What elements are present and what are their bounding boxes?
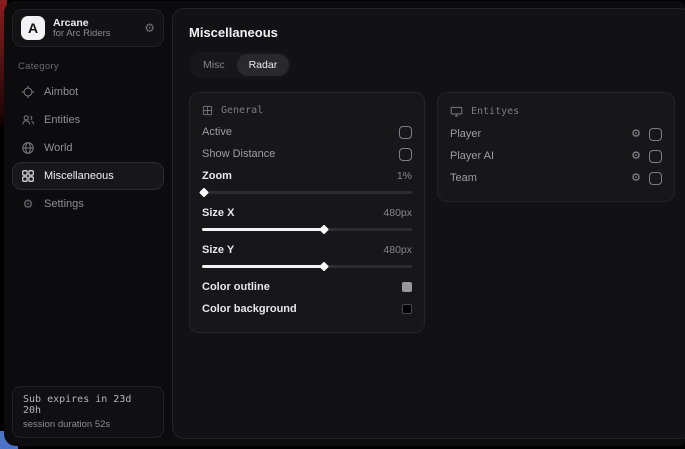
sidebar-item-settings[interactable]: ⚙ Settings bbox=[12, 190, 164, 218]
app-window: A Arcane for Arc Riders ⚙ Category Aimbo… bbox=[4, 1, 685, 446]
general-card: General Active Show Distance Zoom 1% bbox=[189, 92, 425, 333]
setting-row-zoom: Zoom 1% bbox=[202, 165, 412, 187]
sub-expiry-text: Sub expires in 23d 20h bbox=[23, 394, 153, 416]
tab-bar: Misc Radar bbox=[189, 52, 291, 78]
gear-icon: ⚙ bbox=[21, 197, 35, 211]
sidebar: A Arcane for Arc Riders ⚙ Category Aimbo… bbox=[4, 1, 172, 446]
entity-row-team: Team ⚙ bbox=[450, 167, 662, 189]
color-background-swatch[interactable] bbox=[402, 304, 412, 314]
sidebar-item-label: Settings bbox=[44, 198, 84, 210]
main-panel: Miscellaneous Misc Radar General Active bbox=[172, 8, 685, 439]
setting-row-active: Active bbox=[202, 121, 412, 143]
setting-row-show-distance: Show Distance bbox=[202, 143, 412, 165]
monitor-icon bbox=[450, 105, 463, 118]
globe-icon bbox=[21, 141, 35, 155]
cards-row: General Active Show Distance Zoom 1% bbox=[189, 92, 675, 333]
zoom-value: 1% bbox=[397, 170, 412, 182]
size-y-slider-thumb[interactable] bbox=[319, 262, 329, 272]
crosshair-icon bbox=[21, 85, 35, 99]
player-ai-checkbox[interactable] bbox=[649, 150, 662, 163]
show-distance-checkbox[interactable] bbox=[399, 148, 412, 161]
player-checkbox[interactable] bbox=[649, 128, 662, 141]
sidebar-item-miscellaneous[interactable]: Miscellaneous bbox=[12, 162, 164, 190]
player-settings-icon[interactable]: ⚙ bbox=[631, 129, 641, 140]
setting-label: Color outline bbox=[202, 281, 270, 293]
category-label: Category bbox=[18, 61, 164, 72]
tab-radar[interactable]: Radar bbox=[237, 54, 290, 76]
sidebar-item-label: Miscellaneous bbox=[44, 170, 114, 182]
sidebar-item-label: Aimbot bbox=[44, 86, 78, 98]
setting-row-color-outline: Color outline bbox=[202, 276, 412, 298]
subscription-status-card: Sub expires in 23d 20h session duration … bbox=[12, 386, 164, 438]
entity-label: Player bbox=[450, 128, 481, 140]
zoom-slider[interactable] bbox=[202, 188, 412, 197]
layout-grid-icon bbox=[202, 105, 213, 116]
setting-row-size-y: Size Y 480px bbox=[202, 239, 412, 261]
setting-label: Zoom bbox=[202, 170, 232, 182]
users-icon bbox=[21, 113, 35, 127]
entity-label: Player AI bbox=[450, 150, 494, 162]
setting-row-size-x: Size X 480px bbox=[202, 202, 412, 224]
tab-misc[interactable]: Misc bbox=[191, 54, 237, 76]
sidebar-item-label: Entities bbox=[44, 114, 80, 126]
active-checkbox[interactable] bbox=[399, 126, 412, 139]
player-ai-settings-icon[interactable]: ⚙ bbox=[631, 151, 641, 162]
sidebar-item-aimbot[interactable]: Aimbot bbox=[12, 78, 164, 106]
app-logo: A bbox=[21, 16, 45, 40]
app-subtitle: for Arc Riders bbox=[53, 29, 136, 40]
team-settings-icon[interactable]: ⚙ bbox=[631, 173, 641, 184]
app-settings-icon[interactable]: ⚙ bbox=[144, 21, 155, 35]
size-x-slider-thumb[interactable] bbox=[319, 225, 329, 235]
grid-icon bbox=[21, 169, 35, 183]
size-x-slider[interactable] bbox=[202, 225, 412, 234]
entity-row-player-ai: Player AI ⚙ bbox=[450, 145, 662, 167]
setting-label: Size Y bbox=[202, 244, 234, 256]
general-card-header: General bbox=[202, 99, 412, 121]
color-outline-swatch[interactable] bbox=[402, 282, 412, 292]
setting-row-color-background: Color background bbox=[202, 298, 412, 320]
sidebar-nav: Aimbot Entities World Miscellaneous bbox=[12, 78, 164, 218]
sidebar-item-entities[interactable]: Entities bbox=[12, 106, 164, 134]
entity-row-player: Player ⚙ bbox=[450, 123, 662, 145]
session-duration-text: session duration 52s bbox=[23, 419, 153, 430]
app-card: A Arcane for Arc Riders ⚙ bbox=[12, 9, 164, 47]
sidebar-item-label: World bbox=[44, 142, 73, 154]
app-title: Arcane bbox=[53, 17, 136, 29]
size-x-value: 480px bbox=[383, 207, 412, 219]
zoom-slider-thumb[interactable] bbox=[199, 188, 209, 198]
size-y-value: 480px bbox=[383, 244, 412, 256]
setting-label: Size X bbox=[202, 207, 234, 219]
team-checkbox[interactable] bbox=[649, 172, 662, 185]
size-y-slider[interactable] bbox=[202, 262, 412, 271]
entities-card-header: Entityes bbox=[450, 99, 662, 123]
setting-label: Show Distance bbox=[202, 148, 275, 160]
page-title: Miscellaneous bbox=[189, 25, 675, 40]
entity-label: Team bbox=[450, 172, 477, 184]
sidebar-item-world[interactable]: World bbox=[12, 134, 164, 162]
setting-label: Color background bbox=[202, 303, 297, 315]
setting-label: Active bbox=[202, 126, 232, 138]
entities-card-title: Entityes bbox=[471, 106, 519, 117]
entities-card: Entityes Player ⚙ Player AI ⚙ bbox=[437, 92, 675, 202]
general-card-title: General bbox=[221, 105, 263, 116]
